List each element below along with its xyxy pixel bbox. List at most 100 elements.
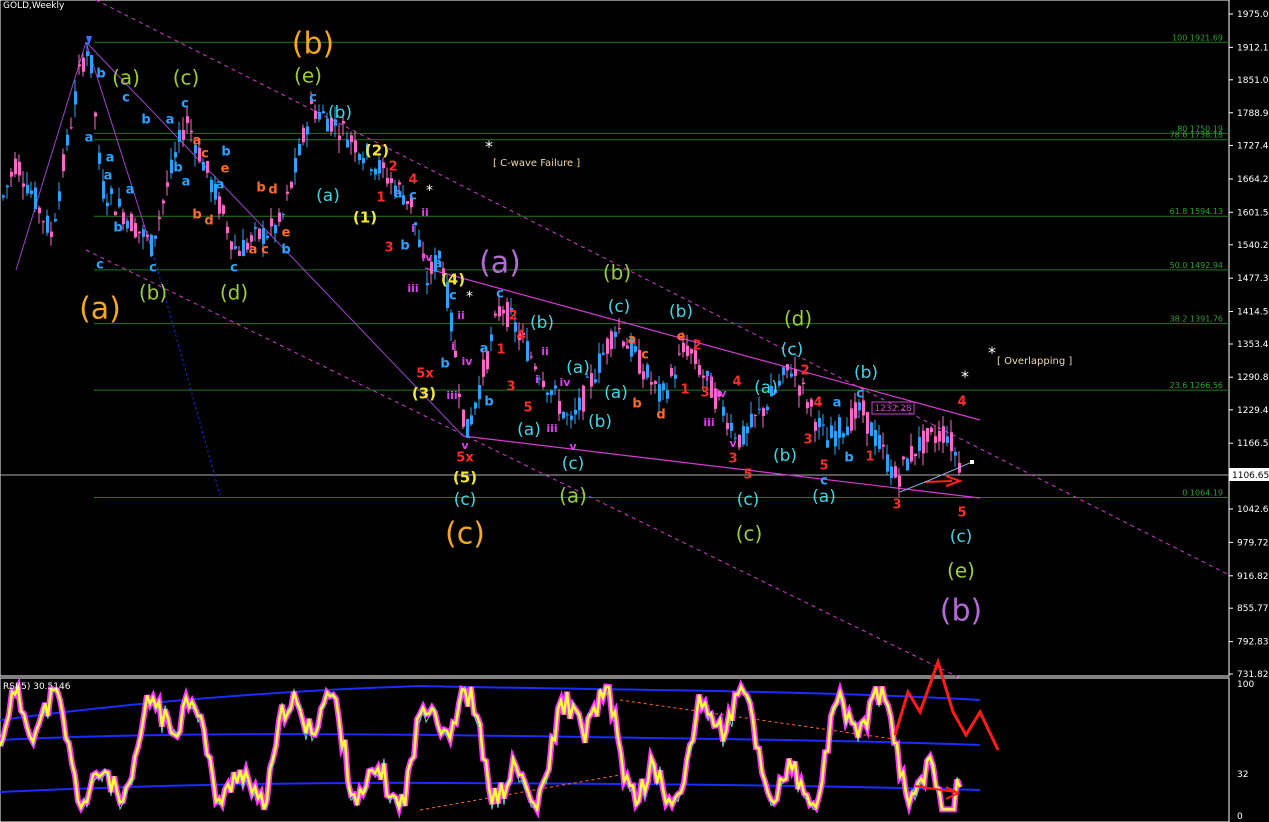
candle-body (466, 419, 469, 438)
price-tick-label: 1727.42 (1237, 141, 1269, 151)
candle-body (306, 126, 309, 135)
wave-label: d (656, 408, 665, 423)
wave-label: (c) (562, 454, 585, 474)
candle-body (558, 400, 561, 414)
candle-body (102, 181, 105, 199)
candle-body (34, 187, 37, 210)
wave-label: b (192, 208, 201, 223)
wave-label: i (535, 373, 539, 386)
candle-body (174, 152, 177, 158)
wave-label: (4) (441, 271, 465, 289)
price-tick-label: 1975.00 (1237, 10, 1269, 20)
candle-body (202, 161, 205, 171)
candle-body (794, 369, 797, 376)
wave-label: b (844, 451, 853, 466)
wave-label: a (166, 113, 175, 128)
wave-label: 3 (506, 380, 515, 395)
wave-label: c (409, 189, 417, 204)
wave-label: (c) (608, 297, 631, 317)
candle-body (898, 475, 901, 487)
candle-body (2, 195, 5, 198)
candle-body (370, 169, 373, 172)
candle-body (402, 195, 405, 205)
wave-label: iv (560, 376, 572, 389)
fib-level-label: 61.8 1594.13 (1170, 207, 1223, 216)
wave-label: (a) (812, 487, 836, 507)
candle-body (662, 383, 665, 390)
candle-body (722, 406, 725, 416)
candle-body (642, 371, 645, 380)
wave-label: (b) (940, 594, 982, 629)
candle-body (866, 412, 869, 434)
wave-label: 2 (800, 364, 809, 379)
wave-label: i (411, 222, 415, 235)
candle-body (70, 127, 73, 129)
candle-body (162, 200, 165, 204)
candle-body (786, 364, 789, 371)
candle-body (78, 64, 81, 67)
wave-label: 4 (732, 375, 741, 390)
wave-label: (c) (445, 517, 485, 552)
price-chart[interactable]: 100 1921.6980 1750.1978.6 1738.1861.8 15… (0, 0, 1269, 822)
wave-label: iv (422, 251, 434, 264)
candle-body (322, 111, 325, 114)
wave-label: a (85, 131, 94, 146)
wave-label: c (309, 91, 317, 106)
wave-label: (a) (79, 292, 121, 327)
annotation-c-wave-failure: [ C-wave Failure ] (493, 158, 580, 169)
wave-label: 4 (408, 173, 417, 188)
wave-label: 3 (892, 498, 901, 513)
annotation-star: * (485, 137, 493, 156)
wave-label: c (641, 348, 649, 363)
wave-label: iii (446, 389, 457, 402)
candle-body (858, 402, 861, 411)
wave-label: (c) (737, 490, 760, 510)
candle-body (594, 379, 597, 383)
candle-body (398, 182, 401, 185)
candle-body (882, 444, 885, 447)
wave-label: b (400, 239, 409, 254)
candle-body (118, 198, 121, 207)
candle-body (830, 425, 833, 438)
candle-body (346, 139, 349, 148)
wave-label: 1 (376, 191, 385, 206)
candle-body (582, 385, 585, 412)
wave-label: b (113, 221, 122, 236)
candle-body (298, 143, 301, 155)
wave-label: a (394, 187, 403, 202)
candle-body (270, 218, 273, 227)
wave-label: c (496, 287, 504, 302)
candle-body (462, 409, 465, 427)
candle-body (98, 152, 101, 164)
wave-label: a (434, 257, 443, 272)
candle-body (766, 406, 769, 411)
wave-label: i (451, 340, 455, 353)
wave-label: iv (716, 387, 728, 400)
wave-label: 3 (803, 433, 812, 448)
wave-label: 4 (516, 329, 525, 344)
candle-body (726, 422, 729, 430)
wave-label: ii (457, 309, 465, 322)
candle-body (854, 402, 857, 419)
candle-body (450, 312, 453, 332)
wave-label: (e) (294, 64, 322, 88)
candle-body (390, 178, 393, 184)
candle-body (838, 417, 841, 438)
candle-body (258, 228, 261, 240)
wave-label: 5 (819, 459, 828, 474)
candle-body (206, 161, 209, 173)
candle-body (222, 205, 225, 214)
candle-body (778, 380, 781, 386)
annotation-overlapping: [ Overlapping ] (997, 356, 1072, 367)
wave-label: b (281, 243, 290, 258)
annotation-star: * (426, 183, 433, 199)
wave-label: v (569, 440, 577, 453)
candle-body (782, 367, 785, 376)
wave-label: c (856, 387, 864, 402)
candle-body (238, 251, 241, 256)
wave-label: 1 (680, 383, 689, 398)
candle-body (110, 188, 113, 194)
candle-body (654, 381, 657, 384)
wave-label: c (820, 474, 828, 489)
candle-body (154, 235, 157, 239)
